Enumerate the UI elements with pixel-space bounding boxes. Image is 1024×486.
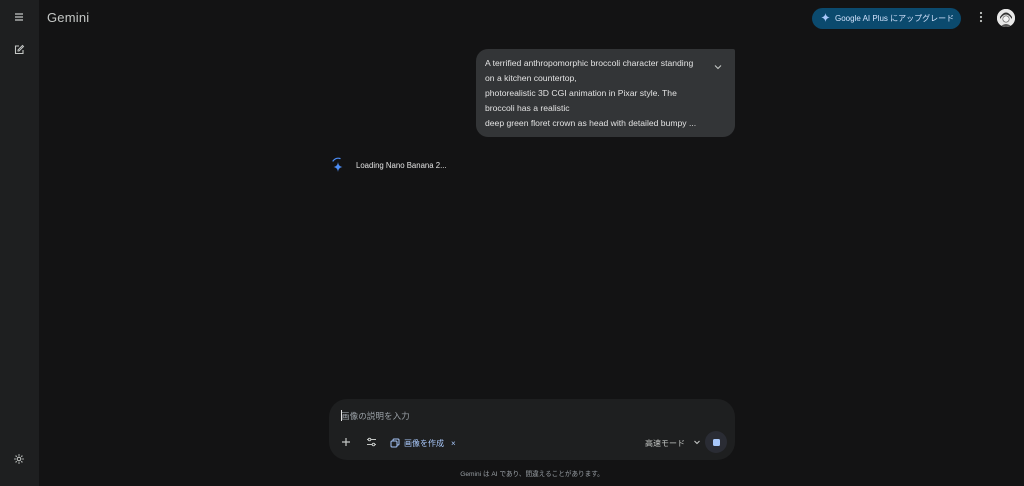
mode-label: 高速モード <box>645 438 685 448</box>
tools-button[interactable] <box>363 435 379 451</box>
user-message-line: broccoli has a realistic <box>485 103 570 113</box>
chip-close-button[interactable]: × <box>451 439 456 448</box>
menu-icon <box>13 10 25 28</box>
plus-icon <box>341 434 351 452</box>
create-image-chip[interactable]: 画像を作成 × <box>390 436 456 450</box>
chevron-down-icon <box>685 438 701 448</box>
edit-icon <box>13 43 25 61</box>
gemini-app: Gemini Google AI Plus にアップグレード A terrifi… <box>0 0 1024 486</box>
user-message-line: deep green floret crown as head with det… <box>485 118 697 128</box>
mode-selector[interactable]: 高速モード <box>645 436 701 450</box>
text-caret <box>341 410 342 421</box>
add-button[interactable] <box>338 435 354 451</box>
loading-text: Loading Nano Banana 2... <box>356 161 447 170</box>
image-icon <box>390 438 400 448</box>
gemini-spark-icon <box>330 157 346 175</box>
more-vert-icon <box>979 10 983 28</box>
stop-icon <box>712 438 720 446</box>
account-avatar[interactable] <box>997 9 1015 27</box>
upgrade-button[interactable]: Google AI Plus にアップグレード <box>812 8 961 29</box>
disclaimer: Gemini は AI であり、間違えることがあります。 <box>460 471 604 478</box>
menu-button[interactable] <box>7 7 31 31</box>
stop-button[interactable] <box>705 431 727 453</box>
sparkle-icon <box>821 13 835 24</box>
user-message-line: on a kitchen countertop, <box>485 73 577 83</box>
sidebar <box>0 0 39 486</box>
chevron-down-icon <box>714 57 722 75</box>
upgrade-label: Google AI Plus にアップグレード <box>835 14 955 23</box>
chip-label: 画像を作成 <box>404 438 444 448</box>
more-options-button[interactable] <box>974 10 988 27</box>
user-message-line: A terrified anthropomorphic broccoli cha… <box>485 58 694 68</box>
avatar-icon <box>997 9 1015 27</box>
settings-button[interactable] <box>7 449 31 473</box>
new-chat-button[interactable] <box>7 40 31 64</box>
tune-icon <box>366 434 377 452</box>
user-message: A terrified anthropomorphic broccoli cha… <box>476 49 735 137</box>
prompt-input[interactable] <box>341 409 711 423</box>
app-title[interactable]: Gemini <box>47 10 89 25</box>
prompt-composer: 画像を作成 × 高速モード <box>329 399 735 460</box>
user-message-line: photorealistic 3D CGI animation in Pixar… <box>485 88 677 98</box>
expand-message-button[interactable] <box>713 61 723 71</box>
gear-icon <box>13 452 25 470</box>
